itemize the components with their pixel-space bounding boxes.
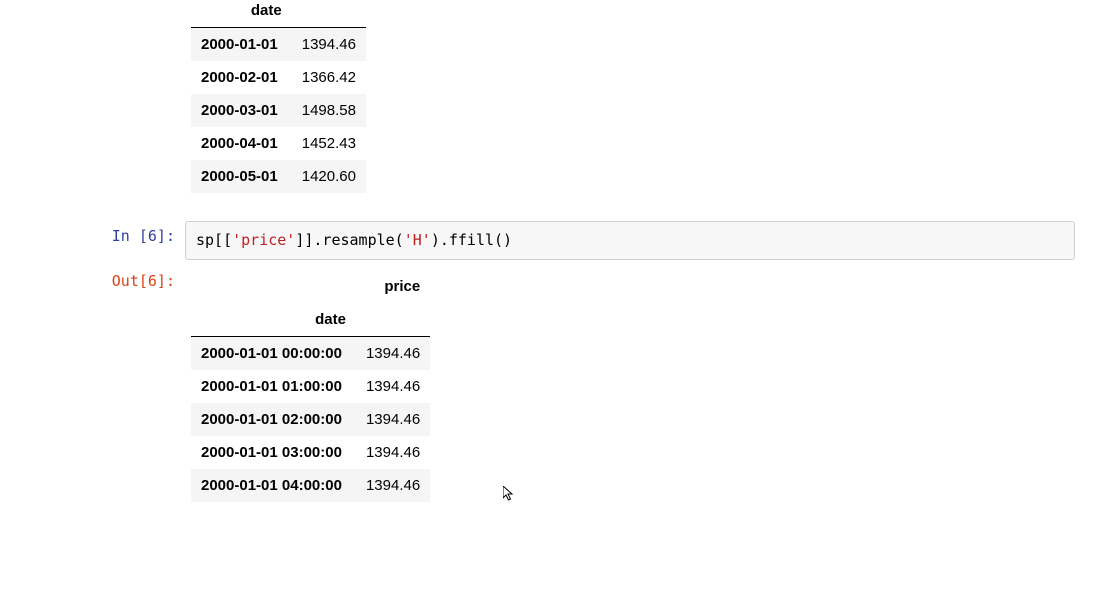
code-string-token: 'price' bbox=[232, 231, 295, 249]
row-value: 1394.46 bbox=[356, 403, 430, 436]
blank-head bbox=[356, 303, 430, 337]
table-row: 2000-01-01 04:00:001394.46 bbox=[191, 469, 430, 502]
row-value: 1366.42 bbox=[292, 61, 366, 94]
table-row: 2000-05-011420.60 bbox=[191, 160, 366, 193]
code-input-area[interactable]: sp[['price']].resample('H').ffill() bbox=[185, 221, 1075, 260]
row-value: 1394.46 bbox=[356, 469, 430, 502]
row-index: 2000-03-01 bbox=[191, 94, 292, 127]
row-value: 1394.46 bbox=[356, 370, 430, 403]
dataframe-table-out6: price date 2000-01-01 00:00:001394.46200… bbox=[191, 270, 430, 502]
output-prompt: Out[6]: bbox=[20, 266, 185, 298]
code-token: ]].resample( bbox=[295, 231, 403, 249]
table-row: 2000-02-011366.42 bbox=[191, 61, 366, 94]
row-value: 1498.58 bbox=[292, 94, 366, 127]
table-row: 2000-01-011394.46 bbox=[191, 28, 366, 62]
table-row: 2000-03-011498.58 bbox=[191, 94, 366, 127]
row-index: 2000-01-01 02:00:00 bbox=[191, 403, 356, 436]
row-value: 1394.46 bbox=[356, 337, 430, 371]
col-price: price bbox=[356, 270, 430, 303]
code-token: ).ffill() bbox=[431, 231, 512, 249]
row-index: 2000-01-01 00:00:00 bbox=[191, 337, 356, 371]
table-row: 2000-01-01 02:00:001394.46 bbox=[191, 403, 430, 436]
col-blank bbox=[292, 0, 366, 28]
notebook-container: date 2000-01-011394.462000-02-011366.422… bbox=[0, 0, 1095, 502]
code-string-token: 'H' bbox=[404, 231, 431, 249]
table-row: 2000-04-011452.43 bbox=[191, 127, 366, 160]
row-value: 1394.46 bbox=[292, 28, 366, 62]
index-name: date bbox=[191, 303, 356, 337]
row-index: 2000-05-01 bbox=[191, 160, 292, 193]
row-value: 1452.43 bbox=[292, 127, 366, 160]
row-index: 2000-04-01 bbox=[191, 127, 292, 160]
table-row: 2000-01-01 03:00:001394.46 bbox=[191, 436, 430, 469]
code-token: sp[[ bbox=[196, 231, 232, 249]
row-index: 2000-01-01 01:00:00 bbox=[191, 370, 356, 403]
empty-prompt bbox=[20, 0, 185, 2]
output-area: price date 2000-01-01 00:00:001394.46200… bbox=[185, 266, 1075, 502]
code-content: sp[['price']].resample('H').ffill() bbox=[185, 221, 1075, 260]
code-cell-6[interactable]: In [6]: sp[['price']].resample('H').ffil… bbox=[20, 221, 1075, 260]
blank-head bbox=[191, 270, 356, 303]
dataframe-table-prev: date 2000-01-011394.462000-02-011366.422… bbox=[191, 0, 366, 193]
row-value: 1394.46 bbox=[356, 436, 430, 469]
output-area: date 2000-01-011394.462000-02-011366.422… bbox=[185, 0, 1075, 193]
row-index: 2000-02-01 bbox=[191, 61, 292, 94]
input-prompt: In [6]: bbox=[20, 221, 185, 253]
row-value: 1420.60 bbox=[292, 160, 366, 193]
prev-output-cell: date 2000-01-011394.462000-02-011366.422… bbox=[20, 0, 1075, 193]
output-cell-6: Out[6]: price date 2000-01-01 00:00:0013… bbox=[20, 266, 1075, 502]
table-row: 2000-01-01 00:00:001394.46 bbox=[191, 337, 430, 371]
row-index: 2000-01-01 04:00:00 bbox=[191, 469, 356, 502]
row-index: 2000-01-01 bbox=[191, 28, 292, 62]
index-name: date bbox=[191, 0, 292, 28]
table-row: 2000-01-01 01:00:001394.46 bbox=[191, 370, 430, 403]
row-index: 2000-01-01 03:00:00 bbox=[191, 436, 356, 469]
